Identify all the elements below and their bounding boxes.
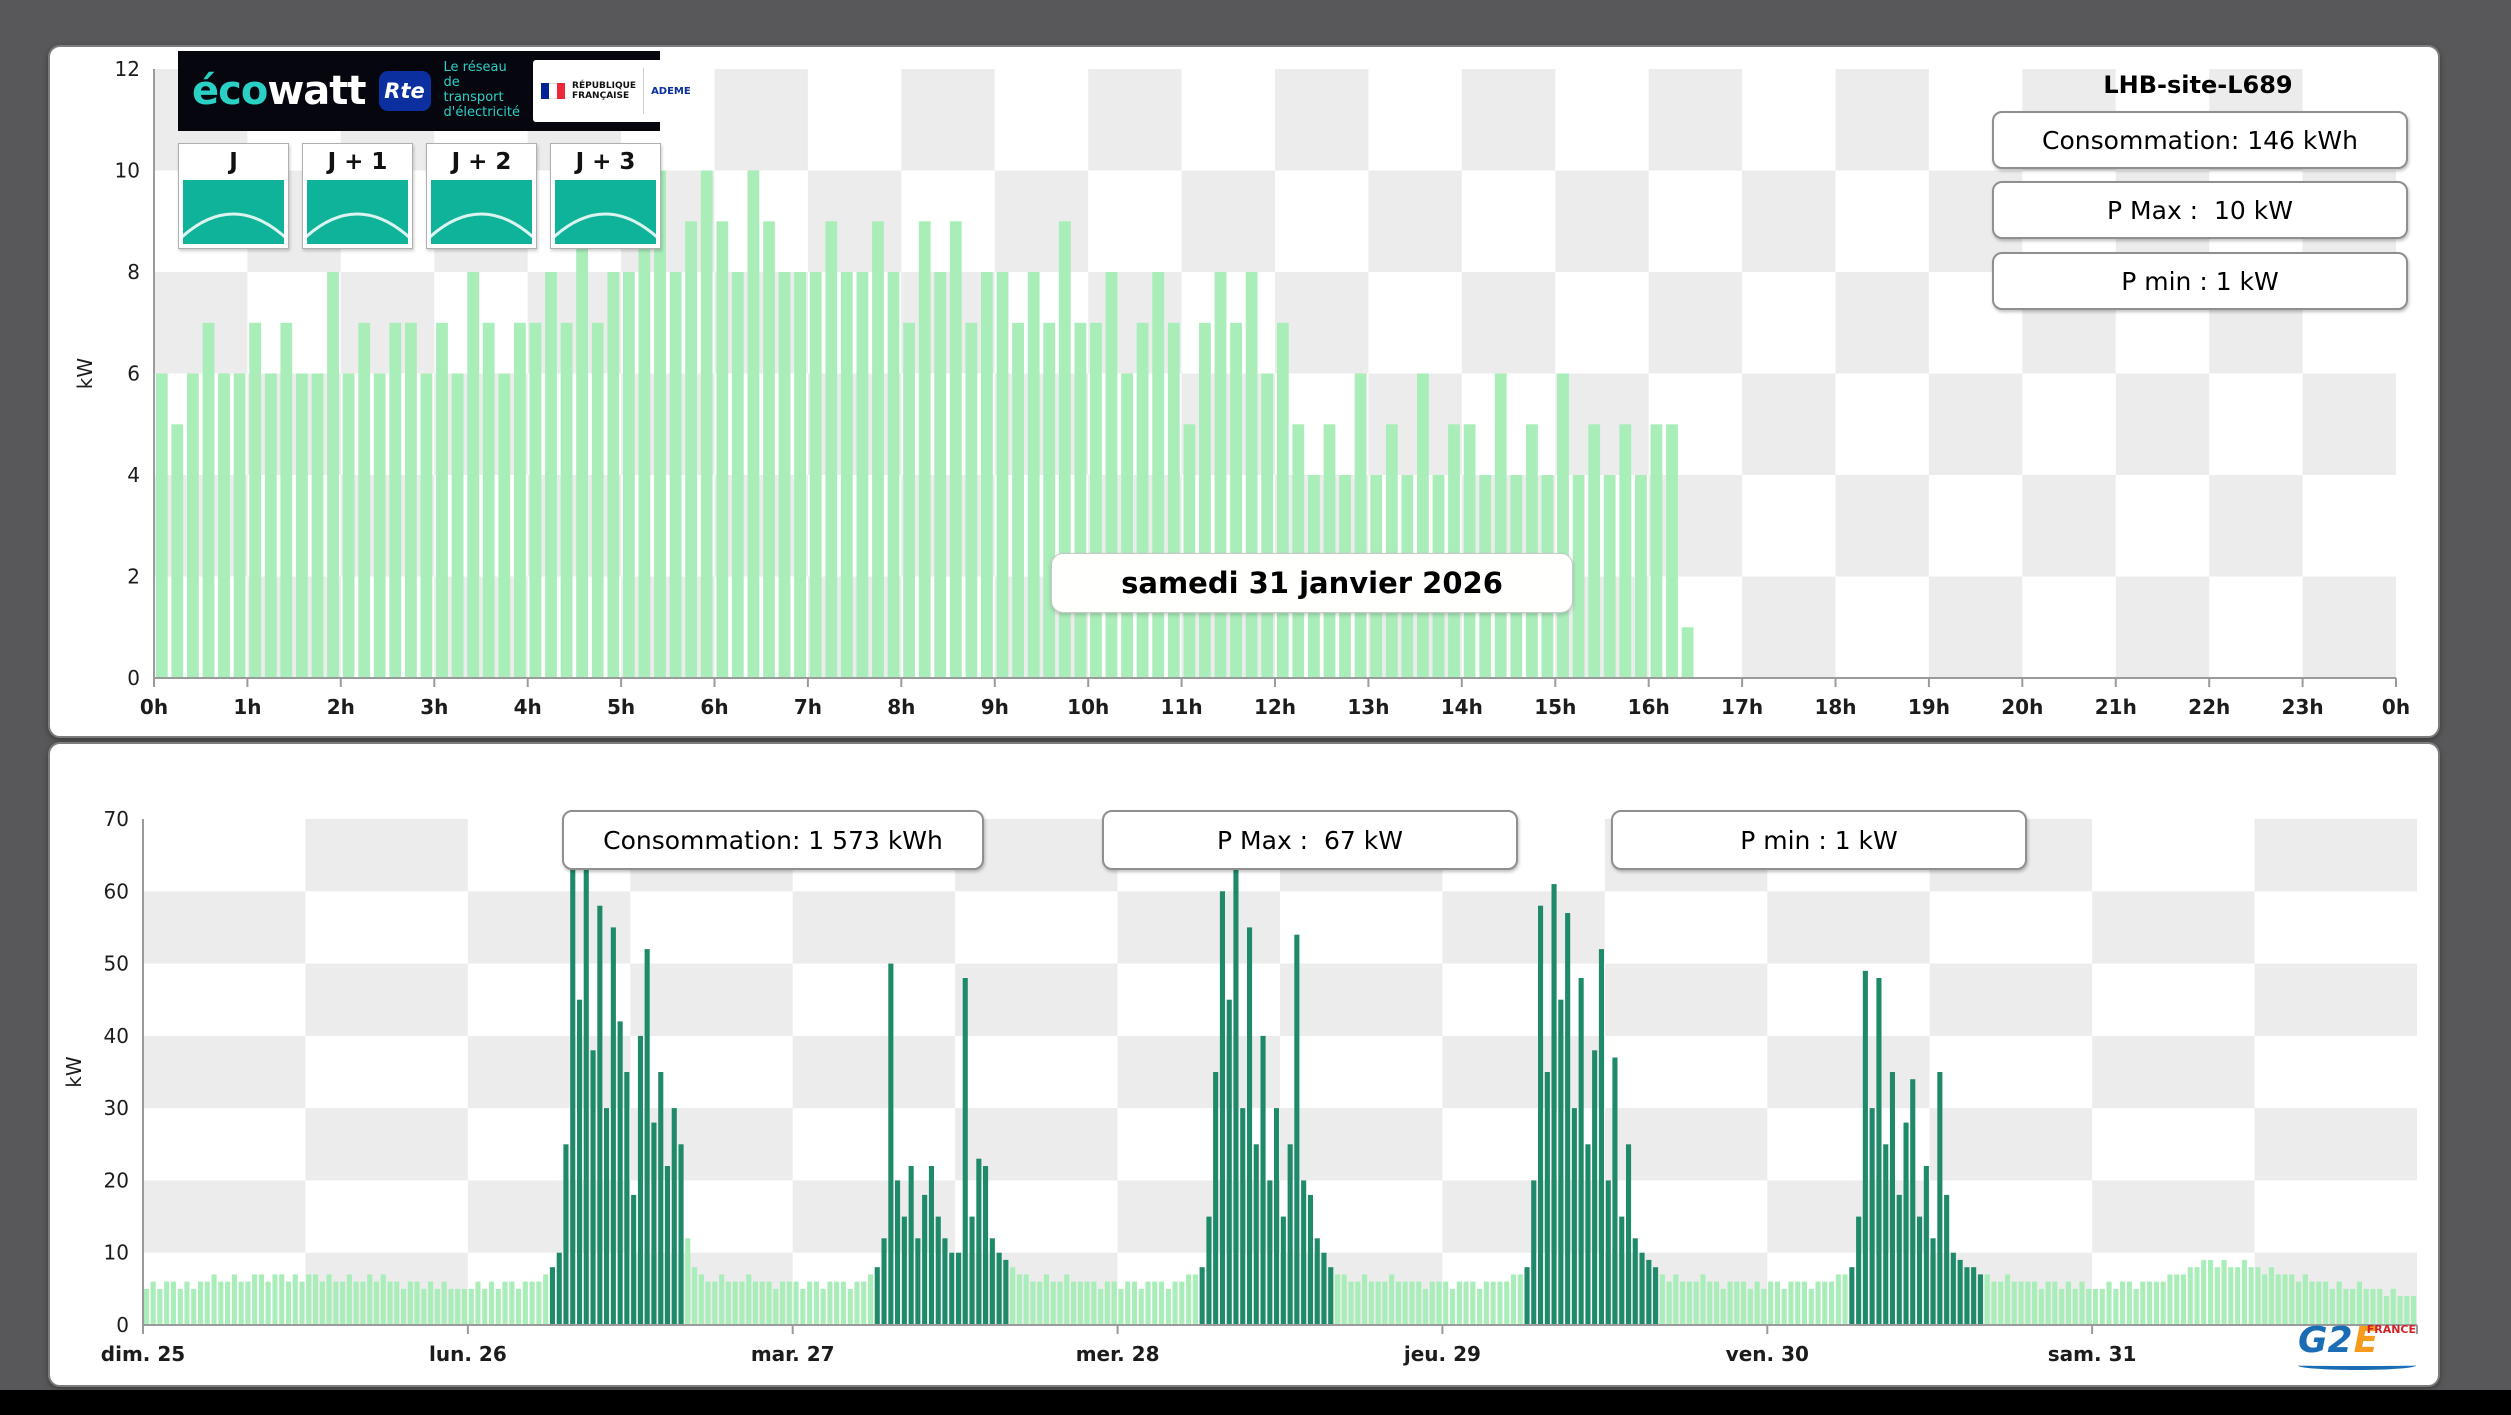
ecowatt-brand: écowatt bbox=[192, 68, 367, 114]
ecowatt-day-label: J + 2 bbox=[451, 149, 512, 175]
daily-chart-panel: 0 2 4 6 8 10 12 0h 1h 2h 3h 4h 5h 6h 7h 8h 9h 10h 11h 12h 13… bbox=[48, 45, 2440, 738]
svg-text:30: 30 bbox=[104, 1096, 129, 1120]
svg-text:2h: 2h bbox=[327, 695, 355, 719]
svg-text:2: 2 bbox=[127, 565, 140, 589]
footer-bar bbox=[0, 1390, 2511, 1415]
svg-text:50: 50 bbox=[104, 952, 129, 976]
svg-text:20: 20 bbox=[104, 1168, 129, 1192]
svg-text:1h: 1h bbox=[233, 695, 261, 719]
weekly-pmax-stat: P Max : 67 kW bbox=[1102, 810, 1518, 870]
svg-text:0h: 0h bbox=[140, 695, 168, 719]
ecowatt-day-tile[interactable]: J + 2 bbox=[426, 143, 537, 249]
svg-text:9h: 9h bbox=[981, 695, 1009, 719]
svg-text:70: 70 bbox=[104, 807, 129, 831]
svg-text:13h: 13h bbox=[1347, 695, 1389, 719]
ecowatt-status-green bbox=[183, 180, 284, 244]
svg-text:21h: 21h bbox=[2095, 695, 2137, 719]
svg-text:22h: 22h bbox=[2188, 695, 2230, 719]
svg-text:0: 0 bbox=[127, 666, 140, 690]
svg-text:lun. 26: lun. 26 bbox=[429, 1342, 507, 1366]
date-label: samedi 31 janvier 2026 bbox=[1051, 553, 1573, 613]
svg-text:11h: 11h bbox=[1161, 695, 1203, 719]
ecowatt-day-label: J + 1 bbox=[327, 149, 388, 175]
svg-text:18h: 18h bbox=[1814, 695, 1856, 719]
svg-text:3h: 3h bbox=[420, 695, 448, 719]
weekly-consumption-stat: Consommation: 1 573 kWh bbox=[562, 810, 984, 870]
svg-text:ven. 30: ven. 30 bbox=[1726, 1342, 1809, 1366]
svg-text:0h: 0h bbox=[2382, 695, 2410, 719]
svg-text:12h: 12h bbox=[1254, 695, 1296, 719]
ecowatt-day-tile[interactable]: J bbox=[178, 143, 289, 249]
svg-text:6h: 6h bbox=[700, 695, 728, 719]
svg-text:10: 10 bbox=[115, 159, 140, 183]
svg-text:23h: 23h bbox=[2282, 695, 2324, 719]
svg-text:4: 4 bbox=[127, 463, 140, 487]
daily-pmin-stat: P min : 1 kW bbox=[1992, 252, 2408, 310]
svg-text:20h: 20h bbox=[2001, 695, 2043, 719]
g2e-g2-text: G2 bbox=[2298, 1320, 2353, 1361]
svg-text:mer. 28: mer. 28 bbox=[1076, 1342, 1160, 1366]
daily-consumption-stat: Consommation: 146 kWh bbox=[1992, 111, 2408, 169]
ecowatt-status-green bbox=[555, 180, 656, 244]
dashboard-background: { "colors": { "background": "#58585a", "… bbox=[0, 0, 2511, 1415]
rte-logo: Rte bbox=[378, 71, 431, 111]
svg-text:19h: 19h bbox=[1908, 695, 1950, 719]
french-flag-icon bbox=[541, 83, 566, 99]
republique-label: RÉPUBLIQUE FRANÇAISE bbox=[572, 80, 637, 101]
svg-text:15h: 15h bbox=[1534, 695, 1576, 719]
svg-text:10h: 10h bbox=[1067, 695, 1109, 719]
g2e-swoosh bbox=[2298, 1361, 2416, 1370]
ecowatt-day-tiles: J J + 1 J + 2 J + 3 bbox=[178, 143, 661, 249]
checkerboard bbox=[143, 819, 2417, 1325]
daily-pmax-stat: P Max : 10 kW bbox=[1992, 181, 2408, 239]
svg-text:4h: 4h bbox=[514, 695, 542, 719]
ecowatt-status-green bbox=[307, 180, 408, 244]
svg-text:8: 8 bbox=[127, 260, 140, 284]
ecowatt-logo: écowatt Rte Le réseau de transport d'éle… bbox=[178, 51, 699, 131]
svg-text:14h: 14h bbox=[1441, 695, 1483, 719]
g2e-logo: FRANCE G2 E bbox=[2298, 1323, 2416, 1379]
ecowatt-status-green bbox=[431, 180, 532, 244]
svg-text:40: 40 bbox=[104, 1024, 129, 1048]
ecowatt-day-tile[interactable]: J + 3 bbox=[550, 143, 661, 249]
svg-text:16h: 16h bbox=[1628, 695, 1670, 719]
svg-text:jeu. 29: jeu. 29 bbox=[1403, 1342, 1481, 1366]
svg-text:sam. 31: sam. 31 bbox=[2048, 1342, 2137, 1366]
site-title: LHB-site-L689 bbox=[2103, 71, 2293, 99]
svg-text:10: 10 bbox=[104, 1241, 129, 1265]
french-republic-logo: RÉPUBLIQUE FRANÇAISE ADEME bbox=[533, 60, 699, 122]
rte-tagline: Le réseau de transport d'électricité bbox=[443, 60, 521, 120]
svg-text:7h: 7h bbox=[794, 695, 822, 719]
ecowatt-day-label: J bbox=[229, 149, 238, 175]
svg-text:60: 60 bbox=[104, 879, 129, 903]
g2e-france-label: FRANCE bbox=[2366, 1323, 2416, 1336]
svg-text:dim. 25: dim. 25 bbox=[101, 1342, 185, 1366]
svg-text:mar. 27: mar. 27 bbox=[751, 1342, 835, 1366]
svg-text:6: 6 bbox=[127, 362, 140, 386]
svg-text:17h: 17h bbox=[1721, 695, 1763, 719]
weekly-chart-panel: 0 10 20 30 40 50 60 70 dim. 25 lun. 26 mar. 27 mer.… bbox=[48, 742, 2440, 1387]
ecowatt-day-tile[interactable]: J + 1 bbox=[302, 143, 413, 249]
ademe-logo: ADEME bbox=[643, 68, 691, 114]
svg-text:0: 0 bbox=[116, 1313, 129, 1337]
svg-text:kW: kW bbox=[73, 358, 97, 390]
svg-text:12: 12 bbox=[115, 57, 140, 81]
svg-text:5h: 5h bbox=[607, 695, 635, 719]
weekly-pmin-stat: P min : 1 kW bbox=[1611, 810, 2027, 870]
svg-text:kW: kW bbox=[62, 1056, 86, 1088]
svg-text:8h: 8h bbox=[887, 695, 915, 719]
ecowatt-day-label: J + 3 bbox=[575, 149, 636, 175]
